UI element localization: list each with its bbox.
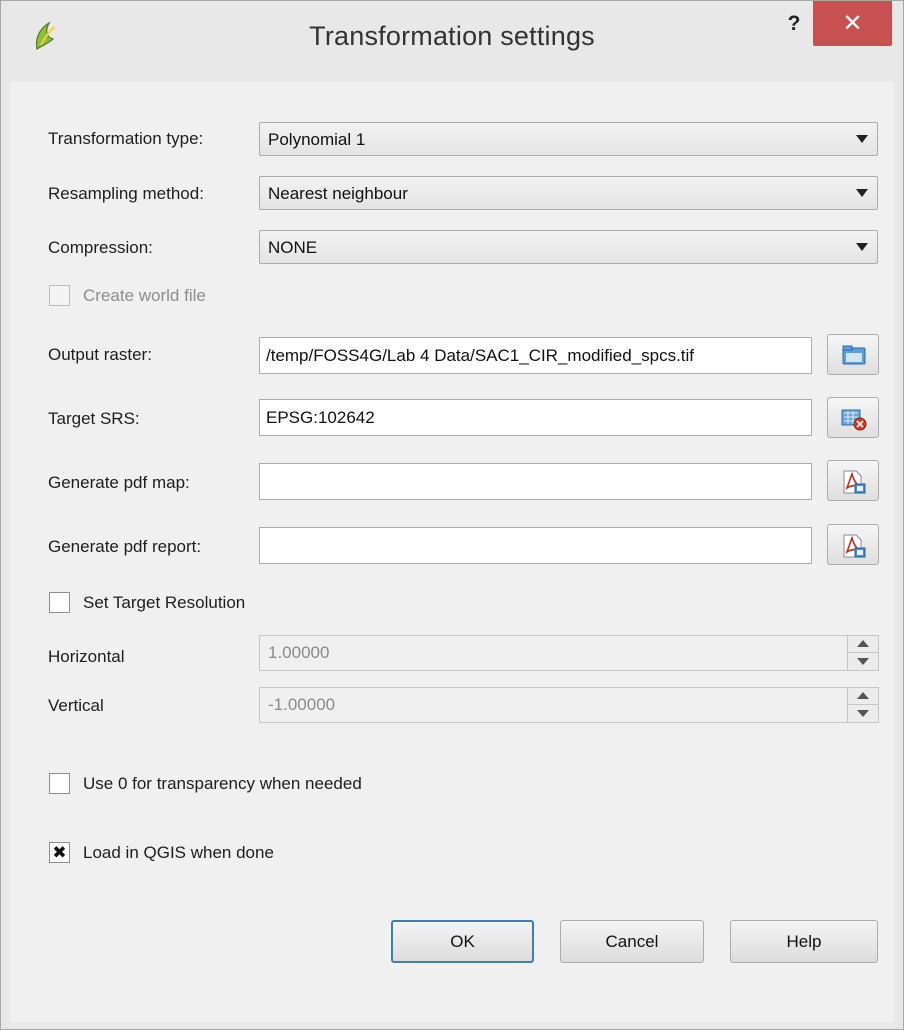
close-button[interactable]: ✕ — [813, 1, 892, 46]
spin-down-icon[interactable] — [848, 653, 878, 670]
output-raster-label: Output raster: — [48, 345, 152, 364]
generate-pdf-report-label: Generate pdf report: — [48, 537, 202, 556]
generate-pdf-map-label: Generate pdf map: — [48, 473, 190, 492]
use-zero-transparency-label: Use 0 for transparency when needed — [83, 774, 362, 793]
resampling-method-label: Resampling method: — [48, 184, 204, 203]
dialog-content: Transformation type: Polynomial 1 Resamp… — [10, 82, 894, 1022]
create-world-file-label: Create world file — [83, 286, 206, 305]
transformation-type-label: Transformation type: — [48, 129, 204, 148]
projection-select-icon — [841, 409, 867, 431]
chevron-down-icon — [856, 135, 868, 143]
target-srs-label: Target SRS: — [48, 409, 140, 428]
spin-arrows — [847, 688, 878, 722]
vertical-resolution-value: -1.00000 — [268, 695, 336, 714]
ok-button[interactable]: OK — [391, 920, 534, 963]
generate-pdf-map-input[interactable] — [259, 463, 812, 500]
help-button[interactable]: Help — [730, 920, 878, 963]
compression-value: NONE — [268, 238, 318, 257]
vertical-resolution-spinbox[interactable]: -1.00000 — [259, 687, 879, 723]
pdf-file-icon — [843, 470, 866, 494]
dialog-title: Transformation settings — [309, 21, 595, 51]
vertical-label: Vertical — [48, 696, 104, 715]
resampling-method-combo[interactable]: Nearest neighbour — [259, 176, 878, 210]
horizontal-resolution-value: 1.00000 — [268, 643, 330, 662]
spin-arrows — [847, 636, 878, 670]
spin-up-icon[interactable] — [848, 688, 878, 705]
output-raster-value: /temp/FOSS4G/Lab 4 Data/SAC1_CIR_modifie… — [266, 346, 695, 365]
spin-up-icon[interactable] — [848, 636, 878, 653]
chevron-down-icon — [856, 243, 868, 251]
compression-label: Compression: — [48, 238, 153, 257]
transformation-type-combo[interactable]: Polynomial 1 — [259, 122, 878, 156]
context-help-button[interactable]: ? — [779, 9, 809, 39]
title-bar[interactable]: Transformation settings ? ✕ — [1, 1, 903, 81]
transformation-type-value: Polynomial 1 — [268, 130, 366, 149]
target-srs-value: EPSG:102642 — [266, 408, 375, 427]
chevron-down-icon — [856, 189, 868, 197]
use-zero-transparency-checkbox[interactable] — [49, 773, 70, 794]
output-raster-input[interactable]: /temp/FOSS4G/Lab 4 Data/SAC1_CIR_modifie… — [259, 337, 812, 374]
resampling-method-value: Nearest neighbour — [268, 184, 408, 203]
set-target-resolution-checkbox[interactable] — [49, 592, 70, 613]
load-in-qgis-label: Load in QGIS when done — [83, 843, 274, 862]
pdf-file-icon — [843, 534, 866, 558]
target-srs-input[interactable]: EPSG:102642 — [259, 399, 812, 436]
compression-combo[interactable]: NONE — [259, 230, 878, 264]
spin-down-icon[interactable] — [848, 705, 878, 722]
browse-output-raster-button[interactable] — [827, 334, 879, 375]
generate-pdf-report-input[interactable] — [259, 527, 812, 564]
create-world-file-checkbox[interactable] — [49, 285, 70, 306]
horizontal-label: Horizontal — [48, 647, 125, 666]
dialog-window: Transformation settings ? ✕ Transformati… — [0, 0, 904, 1030]
horizontal-resolution-spinbox[interactable]: 1.00000 — [259, 635, 879, 671]
browse-pdf-report-button[interactable] — [827, 524, 879, 565]
set-target-resolution-label: Set Target Resolution — [83, 593, 246, 612]
load-in-qgis-checkbox[interactable]: ✖ — [49, 842, 70, 863]
folder-open-icon — [842, 345, 866, 365]
select-crs-button[interactable] — [827, 397, 879, 438]
browse-pdf-map-button[interactable] — [827, 460, 879, 501]
cancel-button[interactable]: Cancel — [560, 920, 704, 963]
